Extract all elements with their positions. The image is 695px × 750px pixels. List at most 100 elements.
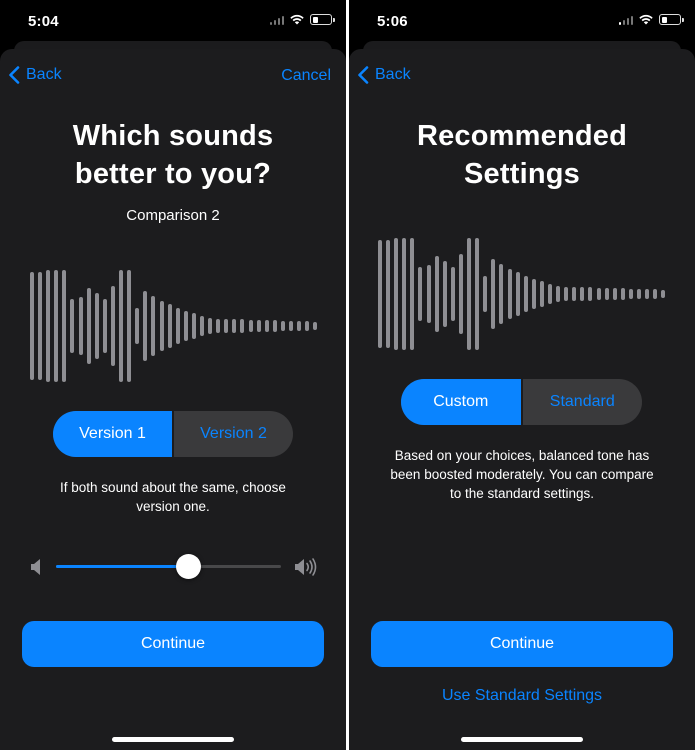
settings-selector[interactable]: Custom Standard — [401, 379, 642, 425]
page-title-line-1: Recommended — [416, 120, 628, 152]
waveform-bar — [86, 288, 91, 364]
waveform-bar — [442, 261, 447, 327]
back-button[interactable]: Back — [357, 66, 411, 84]
waveform-bar — [232, 319, 237, 333]
chevron-left-icon — [358, 66, 369, 84]
wifi-icon — [290, 14, 304, 25]
waveform-bar — [539, 281, 544, 307]
waveform-bar — [248, 320, 253, 332]
waveform-bar — [78, 297, 83, 355]
status-time: 5:04 — [28, 13, 59, 30]
version-2-segment[interactable]: Version 2 — [174, 411, 293, 457]
waveform-bar — [208, 318, 213, 334]
waveform-bar — [167, 304, 172, 348]
waveform-bar — [491, 259, 496, 329]
battery-icon — [310, 14, 335, 25]
waveform-bar — [475, 238, 480, 350]
waveform-bar — [531, 279, 536, 309]
waveform-bar — [102, 299, 107, 353]
waveform-bar — [661, 290, 666, 298]
waveform-bar — [94, 293, 99, 359]
waveform-bar — [135, 308, 140, 344]
page-title-line-2: Settings — [464, 158, 580, 190]
waveform-bar — [458, 254, 463, 334]
waveform-bar — [653, 289, 658, 299]
waveform-bar — [175, 308, 180, 344]
waveform-bar — [305, 321, 310, 331]
waveform-bar — [264, 320, 269, 332]
waveform-bar — [297, 321, 302, 331]
waveform-bar — [280, 321, 285, 331]
volume-slider-fill — [56, 565, 189, 568]
waveform-bar — [483, 276, 488, 312]
waveform-bar — [637, 289, 641, 299]
waveform-bar — [507, 269, 512, 319]
waveform-bar — [191, 313, 196, 339]
cellular-signal-icon — [619, 15, 633, 25]
waveform-bar — [580, 287, 585, 301]
volume-slider[interactable] — [56, 554, 281, 579]
home-indicator[interactable] — [112, 737, 234, 742]
continue-button[interactable]: Continue — [371, 621, 673, 667]
waveform-bar — [499, 264, 504, 324]
status-bar: 5:04 — [0, 0, 346, 40]
waveform-bar — [564, 287, 569, 301]
use-standard-settings-button[interactable]: Use Standard Settings — [349, 687, 695, 705]
waveform-bar — [588, 287, 593, 301]
audio-waveform — [378, 236, 669, 352]
standard-segment[interactable]: Standard — [523, 379, 643, 425]
waveform-bar — [402, 238, 407, 350]
page-title-line-1: Which sounds — [72, 120, 274, 152]
volume-low-icon — [31, 559, 40, 575]
comparison-subtitle: Comparison 2 — [126, 207, 220, 224]
waveform-bar — [199, 316, 204, 336]
waveform-bar — [604, 288, 609, 300]
waveform-bar — [119, 270, 124, 382]
back-label: Back — [375, 66, 411, 83]
waveform-bar — [224, 319, 229, 333]
description-line-3: to the standard settings. — [449, 486, 595, 501]
waveform-bar — [572, 287, 577, 301]
description-line-2: been boosted moderately. You can compare — [390, 467, 654, 482]
waveform-bar — [127, 270, 132, 382]
waveform-bar — [450, 267, 455, 321]
instruction-line-1: If both sound about the same, choose — [60, 480, 286, 495]
phone-screen-left: 5:04 Back Cancel Which sounds better to … — [0, 0, 346, 750]
waveform-bar — [523, 276, 528, 312]
audio-waveform — [30, 268, 321, 384]
waveform-bar — [547, 284, 552, 304]
custom-segment[interactable]: Custom — [401, 379, 521, 425]
waveform-bar — [240, 319, 245, 333]
continue-button[interactable]: Continue — [22, 621, 324, 667]
cellular-signal-icon — [270, 15, 284, 25]
waveform-bar — [418, 267, 423, 321]
waveform-bar — [426, 265, 431, 323]
waveform-bar — [628, 289, 633, 299]
waveform-bar — [272, 320, 277, 332]
waveform-bar — [289, 321, 293, 331]
battery-icon — [659, 14, 684, 25]
status-time: 5:06 — [377, 13, 408, 30]
waveform-bar — [556, 286, 561, 302]
waveform-bar — [612, 288, 617, 300]
version-selector[interactable]: Version 1 Version 2 — [53, 411, 293, 457]
waveform-bar — [410, 238, 415, 350]
waveform-bar — [645, 289, 650, 299]
waveform-bar — [378, 240, 382, 348]
back-button[interactable]: Back — [8, 66, 62, 84]
waveform-bar — [467, 238, 472, 350]
volume-slider-thumb[interactable] — [176, 554, 202, 579]
waveform-bar — [596, 288, 601, 300]
waveform-bar — [620, 288, 625, 300]
instruction-line-2: version one. — [136, 499, 210, 514]
home-indicator[interactable] — [461, 737, 583, 742]
status-icons — [270, 14, 335, 25]
cancel-button[interactable]: Cancel — [281, 67, 331, 85]
waveform-bar — [515, 272, 520, 316]
volume-slider-row — [30, 554, 318, 579]
version-1-segment[interactable]: Version 1 — [53, 411, 172, 457]
waveform-bar — [110, 286, 115, 366]
volume-high-icon — [295, 558, 317, 576]
back-label: Back — [26, 66, 62, 83]
chevron-left-icon — [9, 66, 20, 84]
